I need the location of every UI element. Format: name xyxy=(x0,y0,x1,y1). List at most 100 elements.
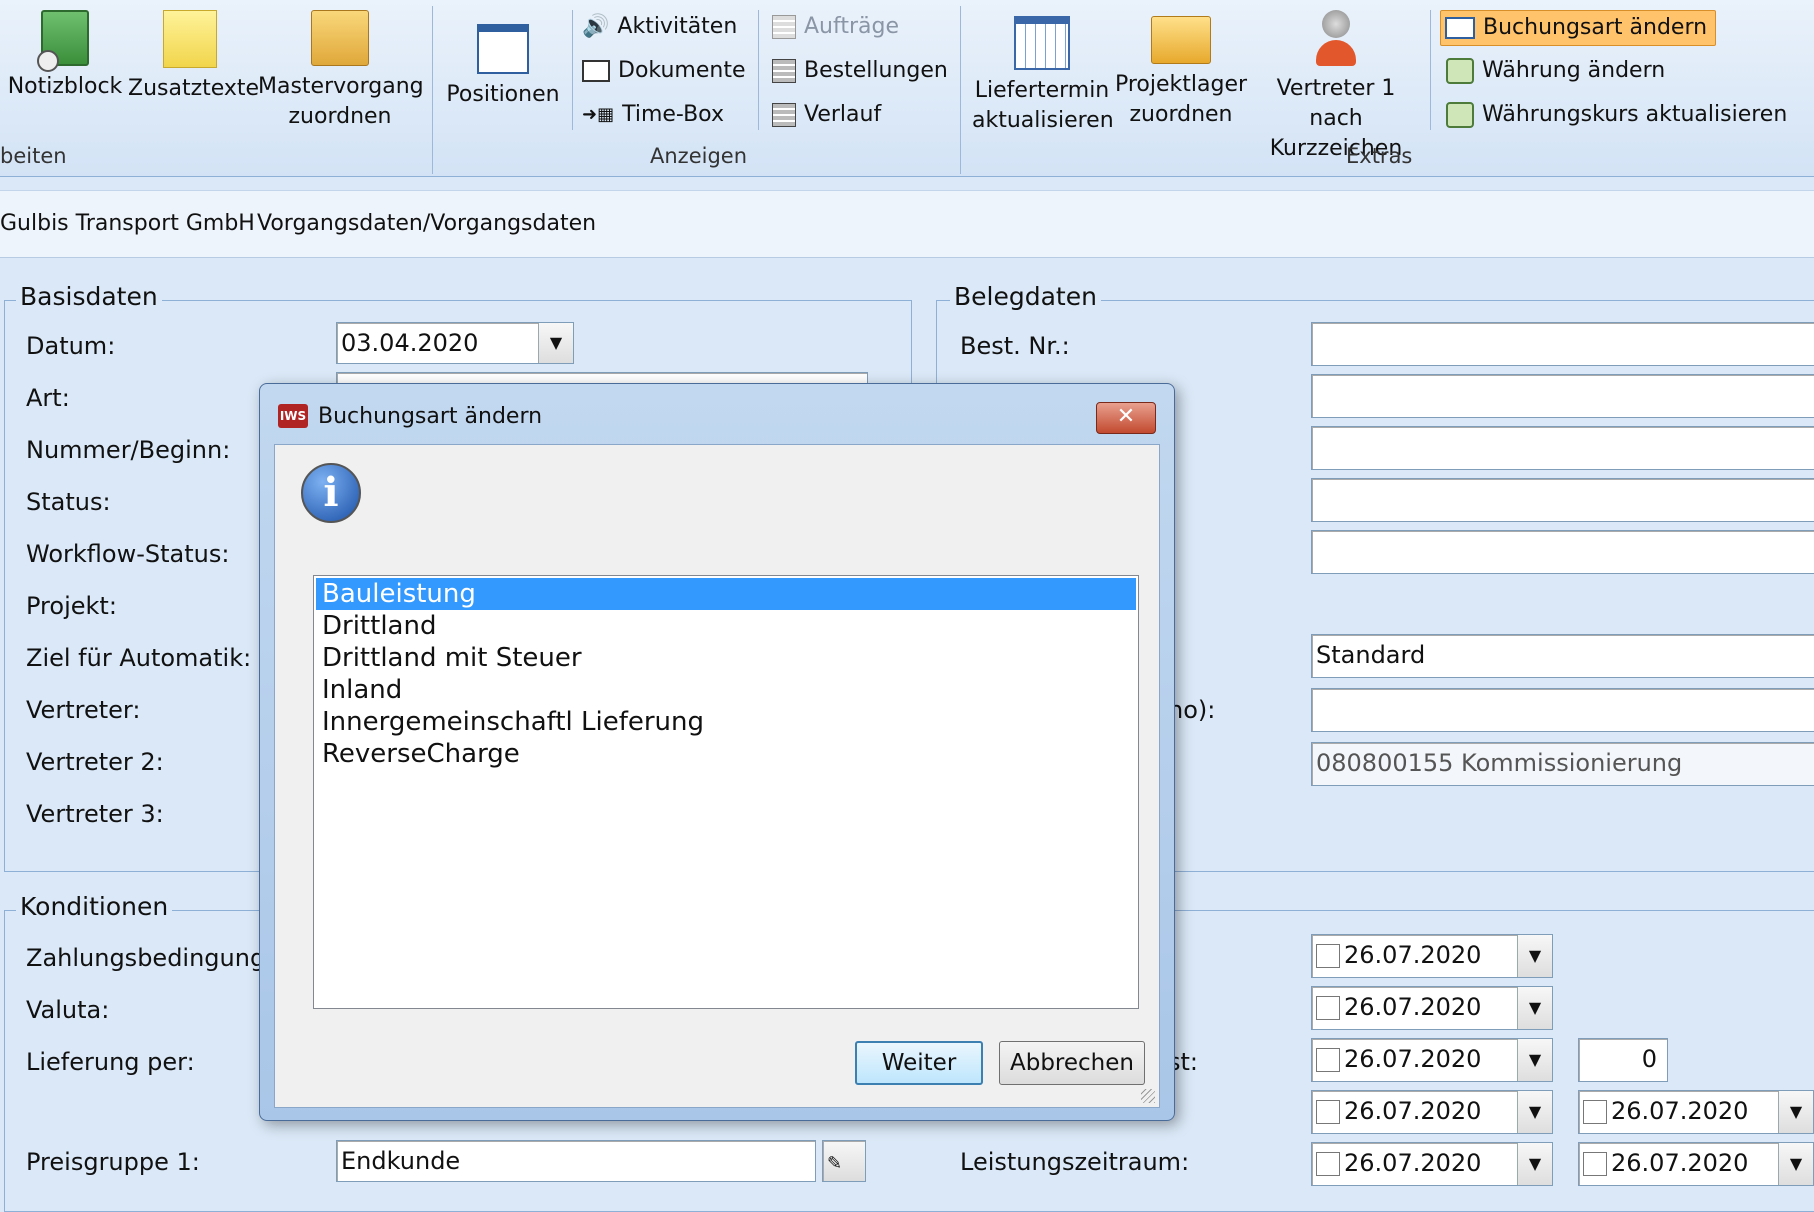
auftraege-button[interactable]: Aufträge xyxy=(772,12,899,42)
list-item[interactable]: Drittland mit Steuer xyxy=(316,642,1136,674)
label-partial-no: no): xyxy=(1168,696,1216,724)
preisgruppe-field[interactable]: Endkunde xyxy=(336,1140,816,1182)
datum-field[interactable]: 03.04.2020 ▼ xyxy=(336,322,574,364)
dialog-title: Buchungsart ändern xyxy=(318,404,543,429)
currency-icon xyxy=(1446,102,1474,128)
chevron-down-icon[interactable]: ▼ xyxy=(538,323,573,363)
checkbox[interactable] xyxy=(1316,1100,1340,1124)
date-field-right-1[interactable]: 26.07.2020 ▼ xyxy=(1578,1090,1814,1134)
timebox-button[interactable]: ➜▦ Time-Box xyxy=(582,100,724,130)
standard-field[interactable]: Standard xyxy=(1311,634,1814,678)
checkbox[interactable] xyxy=(1316,996,1340,1020)
lookup-button[interactable]: ✎ xyxy=(822,1140,866,1182)
projektlager-zuordnen-button[interactable]: Projektlager zuordnen xyxy=(1114,16,1248,130)
group-label-bearbeiten: beiten xyxy=(0,144,67,168)
chevron-down-icon[interactable]: ▼ xyxy=(1517,1039,1552,1081)
aktivitaeten-button[interactable]: 🔊 Aktivitäten xyxy=(582,12,737,42)
kommission-field[interactable]: 080800155 Kommissionierung xyxy=(1311,742,1814,786)
sticky-note-icon xyxy=(163,10,217,68)
date-field-4[interactable]: 26.07.2020 ▼ xyxy=(1311,1090,1553,1134)
label-vertreter-2: Vertreter 2: xyxy=(26,748,164,776)
list-item[interactable]: Inland xyxy=(316,674,1136,706)
label-projekt: Projekt: xyxy=(26,592,117,620)
label-vertreter: Vertreter: xyxy=(26,696,141,724)
dialog-client: i Bauleistung Drittland Drittland mit St… xyxy=(274,444,1160,1108)
close-button[interactable]: ✕ xyxy=(1096,402,1156,434)
label-valuta: Valuta: xyxy=(26,996,110,1024)
date-field-5[interactable]: 26.07.2020 ▼ xyxy=(1311,1142,1553,1186)
date-field-2[interactable]: 26.07.2020 ▼ xyxy=(1311,986,1553,1030)
beleg-field-2[interactable] xyxy=(1311,374,1814,418)
label-nummer: Nummer/Beginn: xyxy=(26,436,231,464)
label-zahlungsbedingung: Zahlungsbedingung: xyxy=(26,944,274,972)
number-field[interactable]: 0 xyxy=(1578,1038,1668,1082)
beleg-field-7[interactable] xyxy=(1311,688,1814,732)
chevron-down-icon[interactable]: ▼ xyxy=(1517,1091,1552,1133)
waehrung-aendern-button[interactable]: Währung ändern xyxy=(1446,56,1665,86)
chevron-down-icon[interactable]: ▼ xyxy=(1778,1091,1813,1133)
bestellungen-button[interactable]: Bestellungen xyxy=(772,56,948,86)
chevron-down-icon[interactable]: ▼ xyxy=(1778,1143,1813,1185)
list-item[interactable]: Innergemeinschaftl Lieferung xyxy=(316,706,1136,738)
breadcrumb: Gulbis Transport GmbH Vorgangsdaten/Vorg… xyxy=(0,190,1814,258)
grid-icon xyxy=(772,103,796,127)
app-logo-icon: IWS xyxy=(278,404,308,428)
zusatztexte-button[interactable]: Zusatztexte xyxy=(128,10,259,104)
window-icon xyxy=(1445,17,1475,39)
checkbox[interactable] xyxy=(1316,944,1340,968)
abbrechen-button[interactable]: Abbrechen xyxy=(999,1041,1145,1085)
list-item[interactable]: Drittland xyxy=(316,610,1136,642)
group-label-extras: Extras xyxy=(1346,144,1413,168)
date-field-1[interactable]: 26.07.2020 ▼ xyxy=(1311,934,1553,978)
breadcrumb-company: Gulbis Transport GmbH xyxy=(0,211,255,236)
label-ziel: Ziel für Automatik: xyxy=(26,644,252,672)
liefertermin-aktualisieren-button[interactable]: Liefertermin aktualisieren xyxy=(972,16,1114,136)
grid-icon xyxy=(772,59,796,83)
group-label-anzeigen: Anzeigen xyxy=(650,144,748,168)
person-icon xyxy=(1314,10,1358,68)
vertreter-kurzzeichen-button[interactable]: Vertreter 1 nach Kurzzeichen xyxy=(1250,10,1422,164)
buchungsart-list[interactable]: Bauleistung Drittland Drittland mit Steu… xyxy=(313,575,1139,1009)
edit-icon: ✎ xyxy=(827,1153,843,1174)
chevron-down-icon[interactable]: ▼ xyxy=(1517,987,1552,1029)
beleg-field-4[interactable] xyxy=(1311,478,1814,522)
list-item[interactable]: Bauleistung xyxy=(316,578,1136,610)
breadcrumb-path: Vorgangsdaten/Vorgangsdaten xyxy=(257,211,597,236)
folder-icon xyxy=(1151,16,1211,64)
ribbon: Notizblock Zusatztexte Mastervorgang zuo… xyxy=(0,0,1814,177)
checkbox[interactable] xyxy=(1316,1152,1340,1176)
checkbox[interactable] xyxy=(1316,1048,1340,1072)
notizblock-button[interactable]: Notizblock xyxy=(6,10,124,102)
date-field-3[interactable]: 26.07.2020 ▼ xyxy=(1311,1038,1553,1082)
waehrungskurs-aktualisieren-button[interactable]: Währungskurs aktualisieren xyxy=(1446,100,1787,130)
label-status: Status: xyxy=(26,488,111,516)
list-item[interactable]: ReverseCharge xyxy=(316,738,1136,770)
label-vertreter-3: Vertreter 3: xyxy=(26,800,164,828)
mastervorgang-zuordnen-button[interactable]: Mastervorgang zuordnen xyxy=(258,10,424,132)
beleg-field-3[interactable] xyxy=(1311,426,1814,470)
timebox-icon: ➜▦ xyxy=(582,104,615,125)
info-icon: i xyxy=(301,463,361,523)
resize-grip[interactable] xyxy=(1141,1089,1155,1103)
currency-icon xyxy=(1446,58,1474,84)
notepad-icon xyxy=(37,10,89,72)
checkbox[interactable] xyxy=(1583,1100,1607,1124)
beleg-field-5[interactable] xyxy=(1311,530,1814,574)
date-field-right-2[interactable]: 26.07.2020 ▼ xyxy=(1578,1142,1814,1186)
chevron-down-icon[interactable]: ▼ xyxy=(1517,935,1552,977)
verlauf-button[interactable]: Verlauf xyxy=(772,100,881,130)
close-icon: ✕ xyxy=(1116,404,1136,429)
best-nr-field[interactable] xyxy=(1311,322,1814,366)
checkbox[interactable] xyxy=(1583,1152,1607,1176)
label-leistungszeitraum: Leistungszeitraum: xyxy=(960,1148,1190,1176)
grid-icon xyxy=(772,15,796,39)
label-art: Art: xyxy=(26,384,70,412)
speaker-icon: 🔊 xyxy=(582,14,610,39)
weiter-button[interactable]: Weiter xyxy=(855,1041,983,1085)
chevron-down-icon[interactable]: ▼ xyxy=(1517,1143,1552,1185)
positionen-button[interactable]: Positionen xyxy=(444,24,562,110)
buchungsart-aendern-button[interactable]: Buchungsart ändern xyxy=(1440,10,1717,46)
dokumente-button[interactable]: Dokumente xyxy=(582,56,745,86)
basisdaten-title: Basisdaten xyxy=(16,282,162,311)
calendar-icon xyxy=(1014,16,1070,70)
